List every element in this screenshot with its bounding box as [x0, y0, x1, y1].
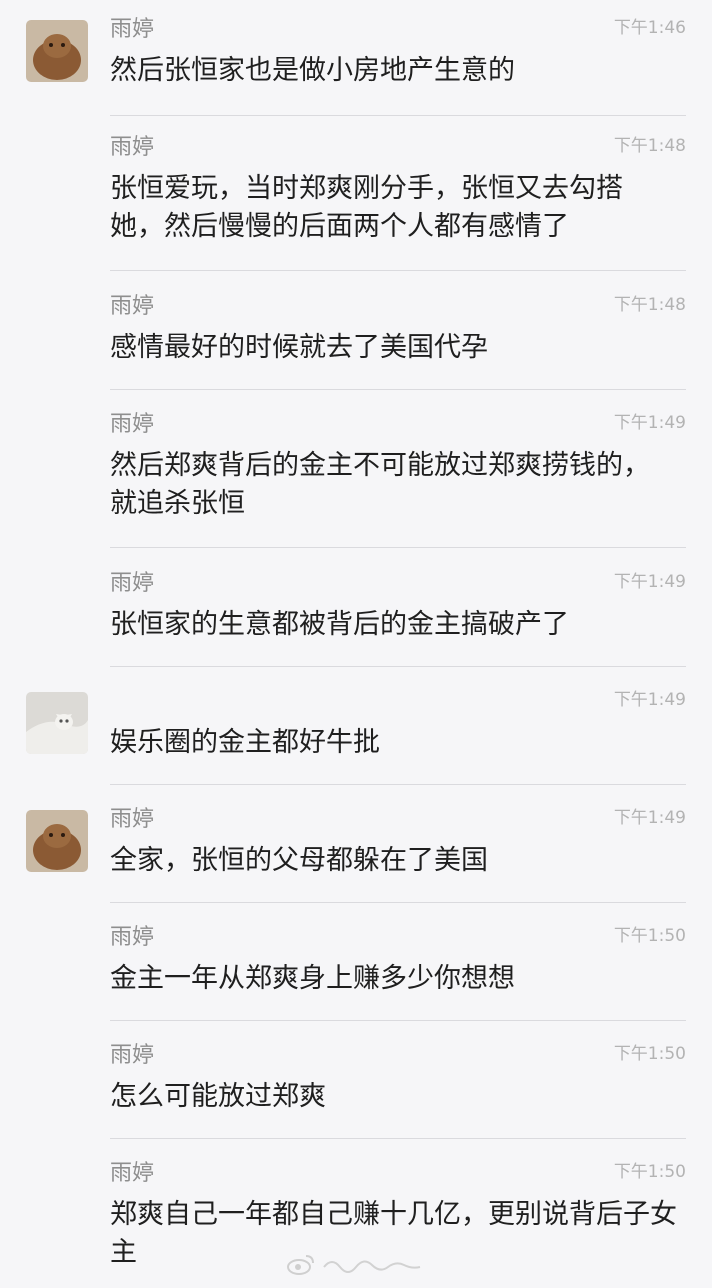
divider [110, 389, 686, 390]
message-time: 下午1:50 [613, 926, 686, 946]
sender-name: 雨婷 [110, 925, 155, 950]
message-time: 下午1:49 [613, 808, 686, 828]
divider [110, 1020, 686, 1021]
message-text: 张恒家的生意都被背后的金主搞破产了 [110, 609, 569, 640]
sender-name: 雨婷 [110, 1161, 155, 1186]
message-time: 下午1:50 [613, 1162, 686, 1182]
message-text: 然后郑爽背后的金主不可能放过郑爽捞钱的，就追杀张恒 [110, 450, 650, 519]
weibo-watermark-icon [287, 1255, 314, 1275]
message-time: 下午1:50 [613, 1044, 686, 1064]
sender-name: 雨婷 [110, 294, 155, 319]
divider [110, 115, 686, 116]
divider [110, 784, 686, 785]
sender-name: 雨婷 [110, 807, 155, 832]
sender-name: 雨婷 [110, 571, 155, 596]
message-time: 下午1:49 [613, 413, 686, 433]
message-time: 下午1:49 [613, 690, 686, 710]
divider [110, 1138, 686, 1139]
message-text: 娱乐圈的金主都好牛批 [110, 727, 380, 758]
watermark-scribble [323, 1260, 421, 1273]
watermark [286, 1250, 422, 1278]
avatar[interactable] [26, 810, 88, 872]
message-text: 全家，张恒的父母都躲在了美国 [110, 845, 488, 876]
message-time: 下午1:48 [613, 136, 686, 156]
avatar[interactable] [26, 692, 88, 754]
sender-name: 雨婷 [110, 1043, 155, 1068]
sender-name: 雨婷 [110, 412, 155, 437]
message-text: 怎么可能放过郑爽 [110, 1081, 326, 1112]
message-time: 下午1:46 [613, 18, 686, 38]
message-text: 感情最好的时候就去了美国代孕 [110, 332, 488, 363]
message-time: 下午1:49 [613, 572, 686, 592]
sender-name: 雨婷 [110, 17, 155, 42]
divider [110, 902, 686, 903]
divider [110, 547, 686, 548]
divider [110, 666, 686, 667]
sender-name: 雨婷 [110, 135, 155, 160]
message-time: 下午1:48 [613, 295, 686, 315]
avatar[interactable] [26, 20, 88, 82]
message-text: 然后张恒家也是做小房地产生意的 [110, 55, 515, 86]
message-text: 金主一年从郑爽身上赚多少你想想 [110, 963, 515, 994]
divider [110, 270, 686, 271]
message-text: 张恒爱玩，当时郑爽刚分手，张恒又去勾搭她，然后慢慢的后面两个人都有感情了 [110, 173, 623, 242]
